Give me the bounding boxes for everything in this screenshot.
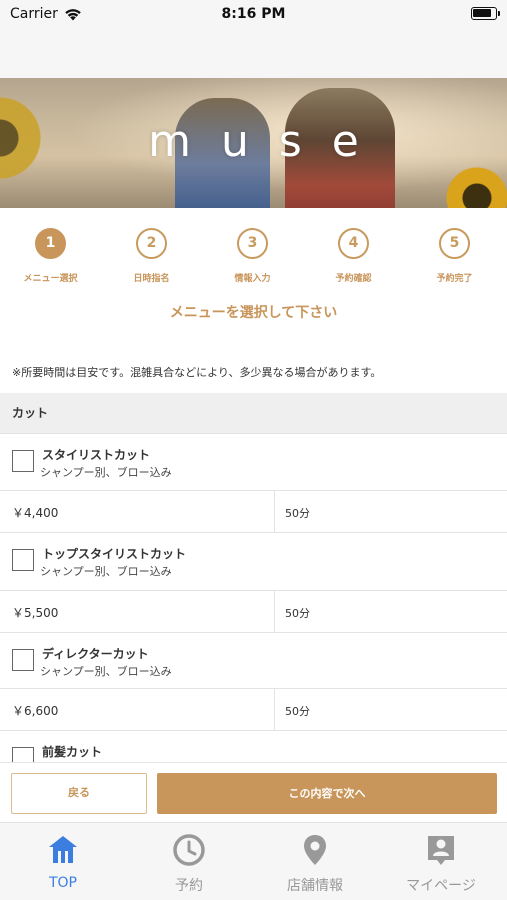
tab-label: TOP [48,875,77,891]
tab-label: マイページ [406,878,476,894]
menu-item-description: シャンプー別、ブロー込み [40,565,172,578]
step-number: 2 [136,228,167,259]
menu-item-name: 前髪カット [42,745,103,759]
menu-checkbox[interactable] [12,649,34,671]
duration-notice: ※所要時間は目安です。混雑具合などにより、多少異なる場合があります。 [12,366,382,379]
brand-logo: muse [148,116,389,167]
back-button[interactable]: 戻る [11,773,147,814]
step-5: 5 予約完了 [404,220,505,284]
tab-top[interactable]: TOP [0,823,126,900]
tab-reservation[interactable]: 予約 [126,823,252,900]
tab-label: 予約 [175,878,203,894]
hero-banner: muse [0,78,507,208]
cell-divider [274,591,275,633]
price-row: ￥5,500 50分 [0,590,507,633]
step-label: 情報入力 [234,274,271,284]
navigation-bar [0,28,507,78]
tab-bar: TOP 予約 店舗情報 マイページ [0,822,507,900]
menu-item-duration: 50分 [285,705,310,718]
tab-label: 店舗情報 [287,878,343,894]
price-row: ￥6,600 50分 [0,688,507,731]
menu-item-price: ￥5,500 [12,606,59,620]
step-number: 3 [237,228,268,259]
menu-item-price: ￥4,400 [12,506,59,520]
menu-item-name: トップスタイリストカット [42,547,187,561]
cell-divider [274,689,275,731]
step-3: 3 情報入力 [202,220,303,284]
menu-item-duration: 50分 [285,507,310,520]
map-pin-icon [304,835,326,865]
next-button[interactable]: この内容で次へ [157,773,497,814]
menu-item-price: ￥6,600 [12,704,59,718]
cell-divider [274,491,275,533]
price-row: ￥4,400 50分 [0,490,507,533]
menu-item[interactable]: ディレクターカット シャンプー別、ブロー込み [0,632,507,688]
step-4: 4 予約確認 [303,220,404,284]
menu-item-description: シャンプー別、ブロー込み [40,665,172,678]
menu-item[interactable]: スタイリストカット シャンプー別、ブロー込み [0,433,507,490]
section-title: メニューを選択して下さい [169,305,338,321]
status-time: 8:16 PM [221,6,286,22]
step-1: 1 メニュー選択 [0,220,101,284]
menu-item-name: スタイリストカット [42,448,151,462]
step-label: 予約完了 [436,274,473,284]
action-bar: 戻る この内容で次へ [0,762,507,822]
status-bar: Carrier 8:16 PM [0,0,507,28]
step-label: 日時指名 [133,274,170,284]
clock-icon [173,834,205,866]
menu-item-description: シャンプー別、ブロー込み [40,466,172,479]
menu-item[interactable]: トップスタイリストカット シャンプー別、ブロー込み [0,532,507,590]
step-number: 1 [35,228,66,259]
menu-checkbox[interactable] [12,549,34,571]
menu-item-duration: 50分 [285,607,310,620]
step-number: 5 [439,228,470,259]
step-2: 2 日時指名 [101,220,202,284]
step-label: 予約確認 [335,274,372,284]
menu-checkbox[interactable] [12,450,34,472]
person-badge-icon [428,836,454,865]
menu-item-name: ディレクターカット [42,647,149,661]
home-icon [49,836,77,863]
tab-my-page[interactable]: マイページ [378,823,504,900]
tab-store-info[interactable]: 店舗情報 [252,823,378,900]
step-indicator: 1 メニュー選択 2 日時指名 3 情報入力 4 予約確認 5 予約完了 [0,220,507,290]
category-header: カット [0,393,507,433]
step-number: 4 [338,228,369,259]
battery-icon [471,7,500,20]
step-label: メニュー選択 [23,274,78,284]
